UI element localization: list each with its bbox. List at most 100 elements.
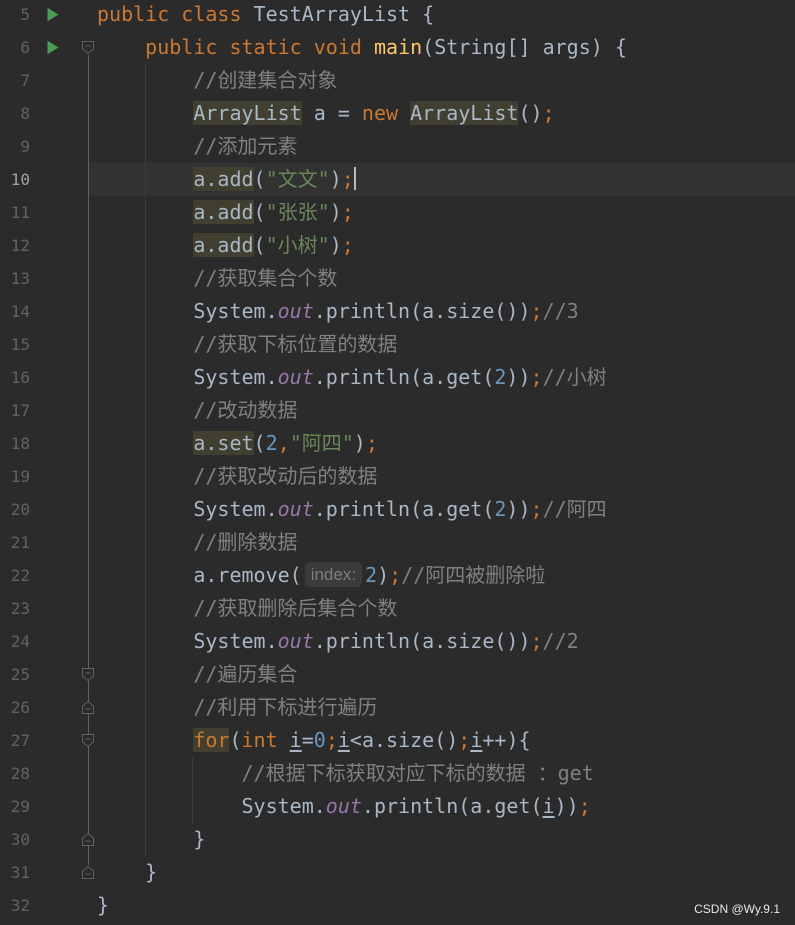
code-text[interactable]: a.set(2,"阿四");: [97, 427, 378, 460]
code-text[interactable]: System.out.println(a.get(i));: [97, 790, 591, 823]
line-number[interactable]: 15: [0, 328, 30, 361]
code-text[interactable]: System.out.println(a.get(2));//阿四: [97, 493, 606, 526]
code-token: a.add: [193, 167, 254, 191]
line-number[interactable]: 7: [0, 64, 30, 97]
fold-end-icon[interactable]: [81, 865, 95, 880]
line-number[interactable]: 24: [0, 625, 30, 658]
line-number[interactable]: 16: [0, 361, 30, 394]
code-line[interactable]: 8 ArrayList a = new ArrayList();: [0, 97, 795, 130]
code-text[interactable]: //获取集合个数: [97, 262, 337, 295]
line-number[interactable]: 19: [0, 460, 30, 493]
line-number[interactable]: 31: [0, 856, 30, 889]
code-token: }: [145, 860, 158, 884]
code-line[interactable]: 31 }: [0, 856, 795, 889]
code-line[interactable]: 21 //删除数据: [0, 526, 795, 559]
fold-start-icon[interactable]: [81, 40, 95, 55]
line-number[interactable]: 13: [0, 262, 30, 295]
code-text[interactable]: //添加元素: [97, 130, 297, 163]
string-literal-token: "小树": [265, 233, 330, 257]
line-number[interactable]: 9: [0, 130, 30, 163]
fold-start-icon[interactable]: [81, 667, 95, 682]
code-line[interactable]: 7 //创建集合对象: [0, 64, 795, 97]
code-text[interactable]: System.out.println(a.size());//3: [97, 295, 578, 328]
line-number[interactable]: 14: [0, 295, 30, 328]
code-line[interactable]: 15 //获取下标位置的数据: [0, 328, 795, 361]
line-number[interactable]: 18: [0, 427, 30, 460]
line-number[interactable]: 8: [0, 97, 30, 130]
code-line[interactable]: 25 //遍历集合: [0, 658, 795, 691]
line-number[interactable]: 11: [0, 196, 30, 229]
code-text[interactable]: //创建集合对象: [97, 64, 337, 97]
code-text[interactable]: //获取改动后的数据: [97, 460, 377, 493]
code-line[interactable]: 30 }: [0, 823, 795, 856]
code-line[interactable]: 22 a.remove(index: 2);//阿四被删除啦: [0, 559, 795, 592]
fold-end-icon[interactable]: [81, 700, 95, 715]
line-number[interactable]: 22: [0, 559, 30, 592]
line-number[interactable]: 6: [0, 31, 30, 64]
line-number[interactable]: 5: [0, 0, 30, 31]
line-number[interactable]: 23: [0, 592, 30, 625]
code-line[interactable]: 10 a.add("文文");: [0, 163, 795, 196]
fold-end-icon[interactable]: [81, 832, 95, 847]
string-literal-token: "张张": [265, 200, 330, 224]
code-text[interactable]: a.add("文文");: [97, 163, 356, 196]
code-text[interactable]: //根据下标获取对应下标的数据 ：get: [97, 757, 594, 790]
line-number[interactable]: 26: [0, 691, 30, 724]
code-line[interactable]: 13 //获取集合个数: [0, 262, 795, 295]
code-text[interactable]: System.out.println(a.get(2));//小树: [97, 361, 606, 394]
line-number[interactable]: 30: [0, 823, 30, 856]
line-number[interactable]: 12: [0, 229, 30, 262]
code-line[interactable]: 27 for(int i=0;i<a.size();i++){: [0, 724, 795, 757]
code-text[interactable]: a.remove(index: 2);//阿四被删除啦: [97, 559, 545, 592]
line-number[interactable]: 29: [0, 790, 30, 823]
code-text[interactable]: for(int i=0;i<a.size();i++){: [97, 724, 531, 757]
code-line[interactable]: 18 a.set(2,"阿四");: [0, 427, 795, 460]
code-text[interactable]: //利用下标进行遍历: [97, 691, 377, 724]
code-line[interactable]: 6 public static void main(String[] args)…: [0, 31, 795, 64]
code-line[interactable]: 19 //获取改动后的数据: [0, 460, 795, 493]
run-icon[interactable]: [46, 40, 59, 55]
code-text[interactable]: public class TestArrayList {: [97, 0, 434, 31]
code-line[interactable]: 32}: [0, 889, 795, 922]
code-editor[interactable]: 5 public class TestArrayList {6 public st…: [0, 0, 795, 923]
code-text[interactable]: System.out.println(a.size());//2: [97, 625, 578, 658]
code-line[interactable]: 9 //添加元素: [0, 130, 795, 163]
run-icon[interactable]: [46, 7, 59, 22]
code-line[interactable]: 24 System.out.println(a.size());//2: [0, 625, 795, 658]
code-text[interactable]: }: [97, 889, 109, 922]
code-line[interactable]: 26 //利用下标进行遍历: [0, 691, 795, 724]
code-text[interactable]: //获取下标位置的数据: [97, 328, 397, 361]
watermark: CSDN @Wy.9.1: [694, 902, 780, 916]
line-number[interactable]: 27: [0, 724, 30, 757]
line-number[interactable]: 20: [0, 493, 30, 526]
code-line[interactable]: 23 //获取删除后集合个数: [0, 592, 795, 625]
line-number[interactable]: 17: [0, 394, 30, 427]
code-text[interactable]: //获取删除后集合个数: [97, 592, 397, 625]
code-text[interactable]: }: [97, 823, 205, 856]
code-text[interactable]: a.add("张张");: [97, 196, 354, 229]
code-line[interactable]: 11 a.add("张张");: [0, 196, 795, 229]
code-text[interactable]: //删除数据: [97, 526, 297, 559]
code-line[interactable]: 17 //改动数据: [0, 394, 795, 427]
keyword-token: static: [229, 35, 302, 59]
code-line[interactable]: 14 System.out.println(a.size());//3: [0, 295, 795, 328]
line-number[interactable]: 28: [0, 757, 30, 790]
code-text[interactable]: //改动数据: [97, 394, 297, 427]
code-line[interactable]: 28 //根据下标获取对应下标的数据 ：get: [0, 757, 795, 790]
code-line[interactable]: 20 System.out.println(a.get(2));//阿四: [0, 493, 795, 526]
code-line[interactable]: 16 System.out.println(a.get(2));//小树: [0, 361, 795, 394]
code-line[interactable]: 29 System.out.println(a.get(i));: [0, 790, 795, 823]
code-text[interactable]: }: [97, 856, 157, 889]
code-text[interactable]: public static void main(String[] args) {: [97, 31, 627, 64]
fold-start-icon[interactable]: [81, 733, 95, 748]
code-text[interactable]: a.add("小树");: [97, 229, 354, 262]
line-number[interactable]: 32: [0, 889, 30, 922]
code-line[interactable]: 5 public class TestArrayList {: [0, 0, 795, 31]
line-number[interactable]: 10: [0, 163, 30, 196]
line-number[interactable]: 21: [0, 526, 30, 559]
code-text[interactable]: ArrayList a = new ArrayList();: [97, 97, 555, 130]
code-line[interactable]: 12 a.add("小树");: [0, 229, 795, 262]
code-text[interactable]: //遍历集合: [97, 658, 297, 691]
line-number[interactable]: 25: [0, 658, 30, 691]
